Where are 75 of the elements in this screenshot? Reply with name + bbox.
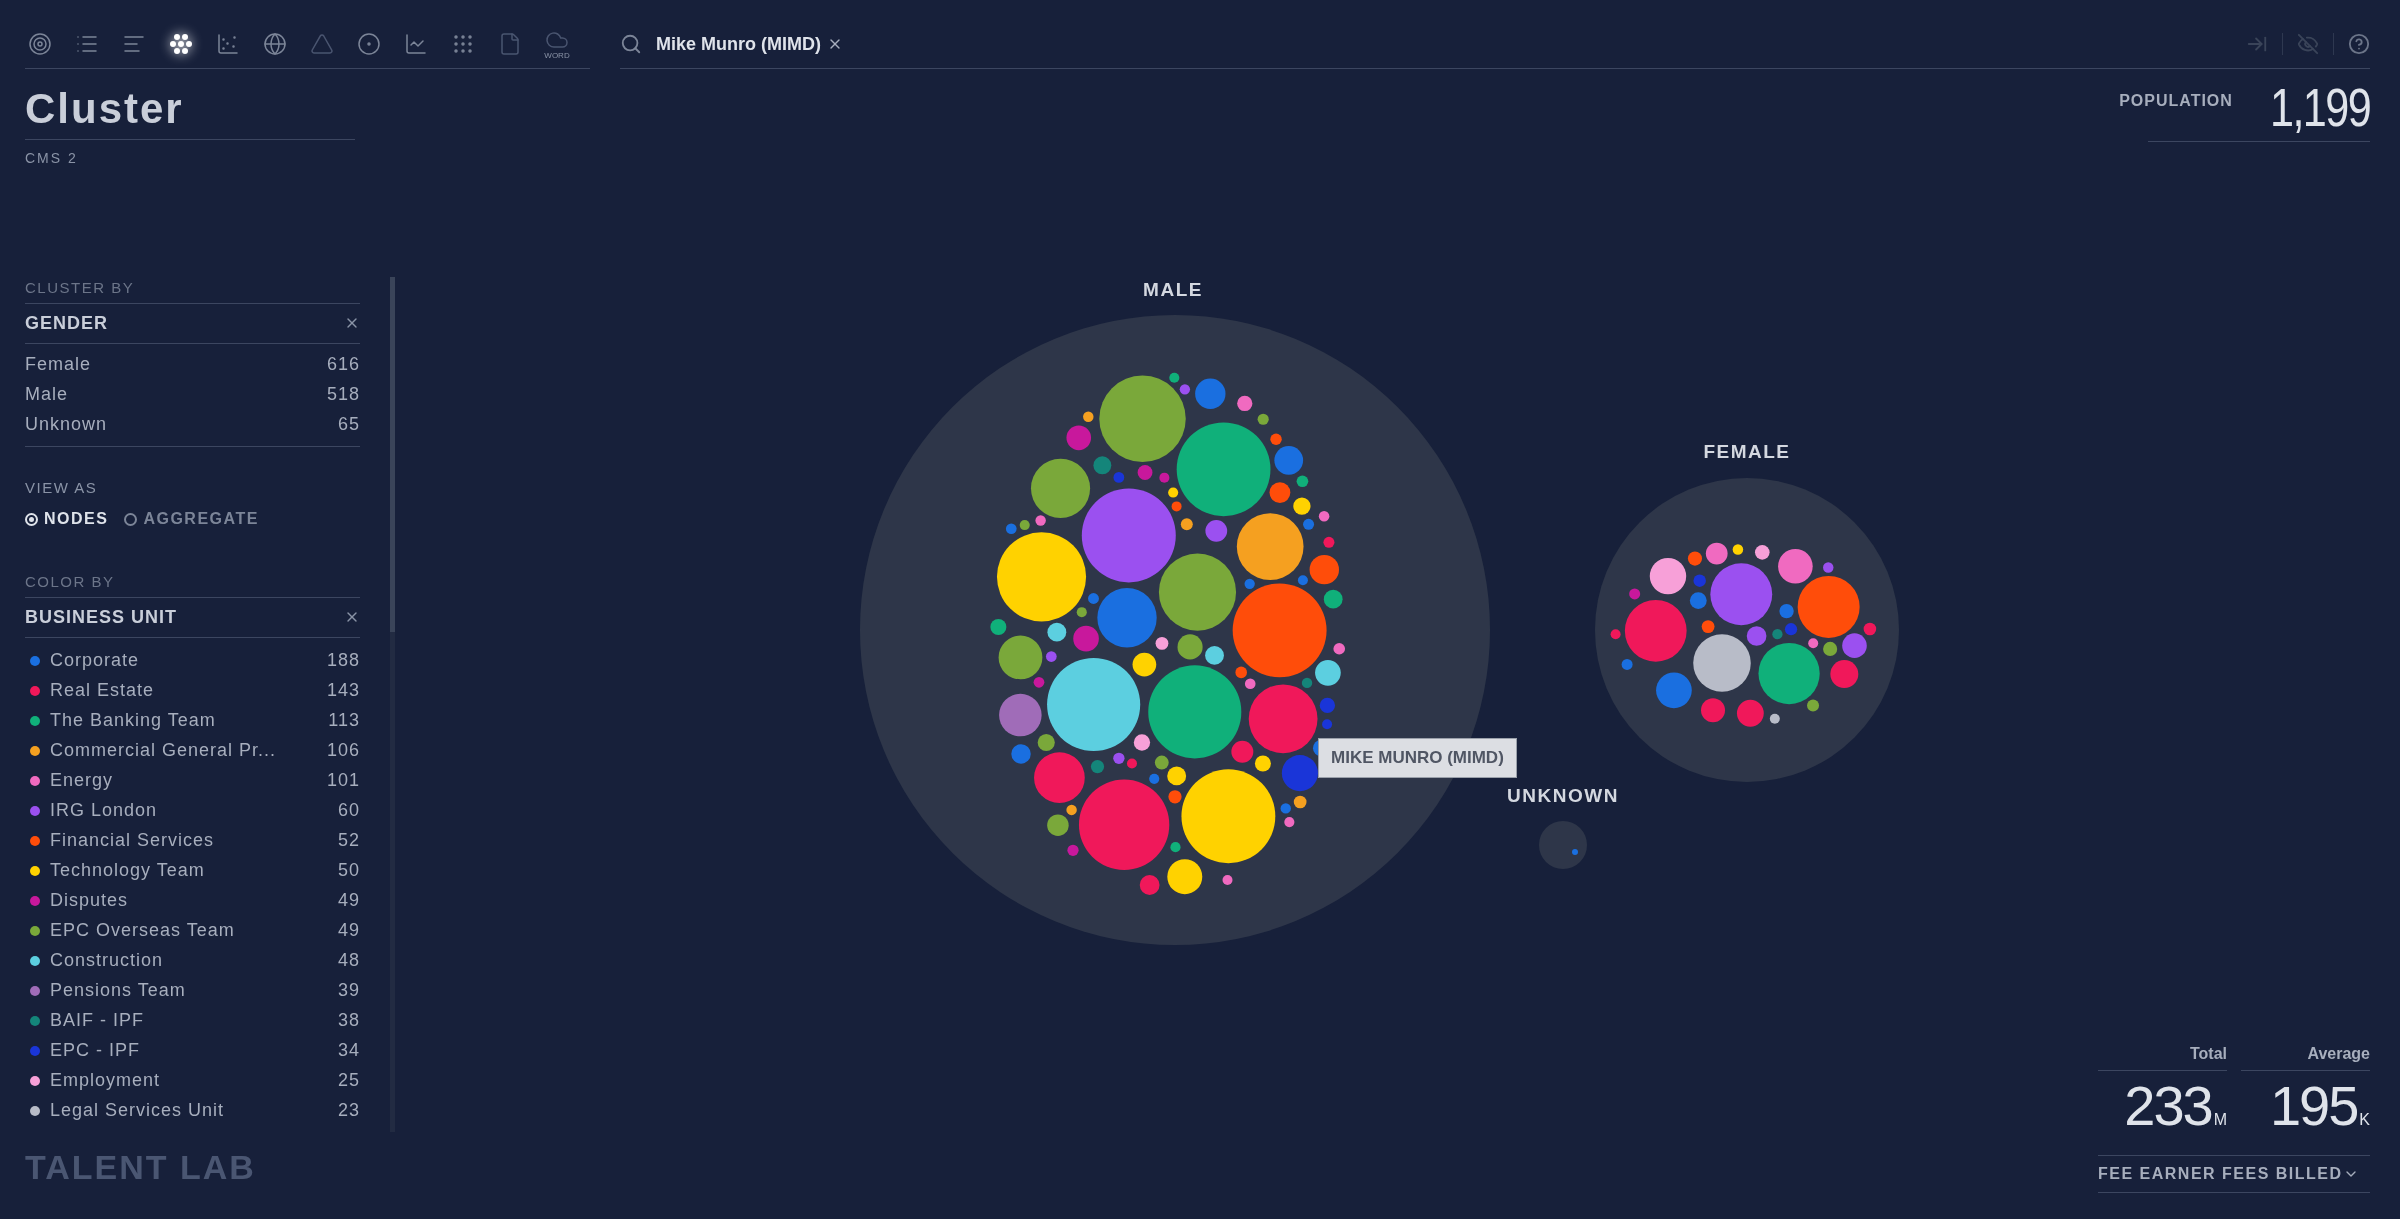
scatter-chart-icon (216, 32, 240, 56)
legend-name: EPC - IPF (50, 1039, 140, 1062)
legend-name: Construction (50, 949, 164, 972)
stat-label: Average (2241, 1042, 2370, 1071)
scrollbar[interactable] (390, 277, 395, 1132)
legend-name: Disputes (50, 889, 129, 912)
group-name: Male (25, 383, 68, 406)
triangle-icon (310, 32, 334, 56)
help-icon (2348, 33, 2370, 55)
legend-name: Real Estate (50, 679, 155, 702)
section-label: VIEW AS (25, 477, 99, 498)
legend-count: 101 (326, 769, 360, 792)
cluster-label: FEMALE (1703, 441, 1791, 462)
group-name: Female (25, 353, 92, 376)
legend-count: 23 (337, 1099, 360, 1122)
legend-name: Energy (50, 769, 114, 792)
group-count: 518 (326, 383, 360, 406)
legend-count: 49 (337, 919, 360, 942)
legend-name: Commercial General Pr... (50, 739, 277, 762)
population-value: 1,199 (2269, 77, 2370, 137)
legend-count: 50 (337, 859, 360, 882)
line-chart-icon (404, 32, 428, 56)
cluster-label: MALE (1143, 279, 1203, 300)
view-radio[interactable]: NODES (25, 507, 109, 531)
legend-count: 39 (337, 979, 360, 1002)
measure-dropdown[interactable]: FEE EARNER FEES BILLED (2098, 1155, 2370, 1193)
search-field[interactable]: Mike Munro (MIMD) (656, 30, 843, 58)
legend-name: The Banking Team (50, 709, 216, 732)
population-label: POPULATION (2119, 91, 2233, 111)
legend-count: 38 (337, 1009, 360, 1032)
globe-icon (263, 32, 287, 56)
legend-count: 143 (326, 679, 360, 702)
bubble-cluster-drawing (1539, 821, 1587, 869)
section-label: CLUSTER BY (25, 278, 136, 298)
legend-count: 34 (337, 1039, 360, 1062)
color-by-field[interactable]: BUSINESS UNIT (25, 596, 360, 638)
legend-count: 52 (337, 829, 360, 852)
circle-dot-icon (357, 32, 381, 56)
legend-name: Employment (50, 1069, 161, 1092)
crossed-eye-icon (2297, 33, 2319, 55)
cluster-label: UNKNOWN (1507, 785, 1619, 806)
legend-count: 25 (337, 1069, 360, 1092)
legend-count: 49 (337, 889, 360, 912)
logo: TALENT LAB (25, 1147, 257, 1188)
section-label: COLOR BY (25, 572, 116, 592)
legend-count: 188 (326, 649, 360, 672)
header-action-button[interactable] (2333, 33, 2370, 55)
view-radio[interactable]: AGGREGATE (124, 507, 259, 531)
file-icon (498, 32, 522, 56)
legend-count: 113 (328, 709, 360, 732)
search-icon (620, 33, 642, 55)
legend-name: Financial Services (50, 829, 215, 852)
stat-value: 195K (2269, 1075, 2370, 1139)
legend-count: 48 (337, 949, 360, 972)
group-count: 616 (326, 353, 360, 376)
group-count: 65 (337, 413, 360, 436)
stat-value: 233 M (2124, 1075, 2227, 1139)
legend-name: Pensions Team (50, 979, 186, 1002)
group-name: Unknown (25, 413, 108, 436)
legend-name: Corporate (50, 649, 140, 672)
legend-name: BAIF - IPF (50, 1009, 144, 1032)
legend-name: IRG London (50, 799, 158, 822)
legend-count: 60 (337, 799, 360, 822)
legend-name: Legal Services Unit (50, 1099, 225, 1122)
dots-grid-icon (451, 32, 475, 56)
legend-name: Technology Team (50, 859, 205, 882)
legend-count: 106 (326, 739, 360, 762)
stat-label: Total (2098, 1042, 2227, 1071)
tooltip: MIKE MUNRO (MIMD) (1318, 738, 1517, 778)
cluster-by-field[interactable]: GENDER (25, 302, 360, 344)
page-title: Cluster (25, 83, 355, 140)
page-subtitle: CMS 2 (25, 149, 79, 168)
cluster-icon (169, 32, 193, 56)
legend-name: EPC Overseas Team (50, 919, 235, 942)
target-icon (28, 32, 52, 56)
